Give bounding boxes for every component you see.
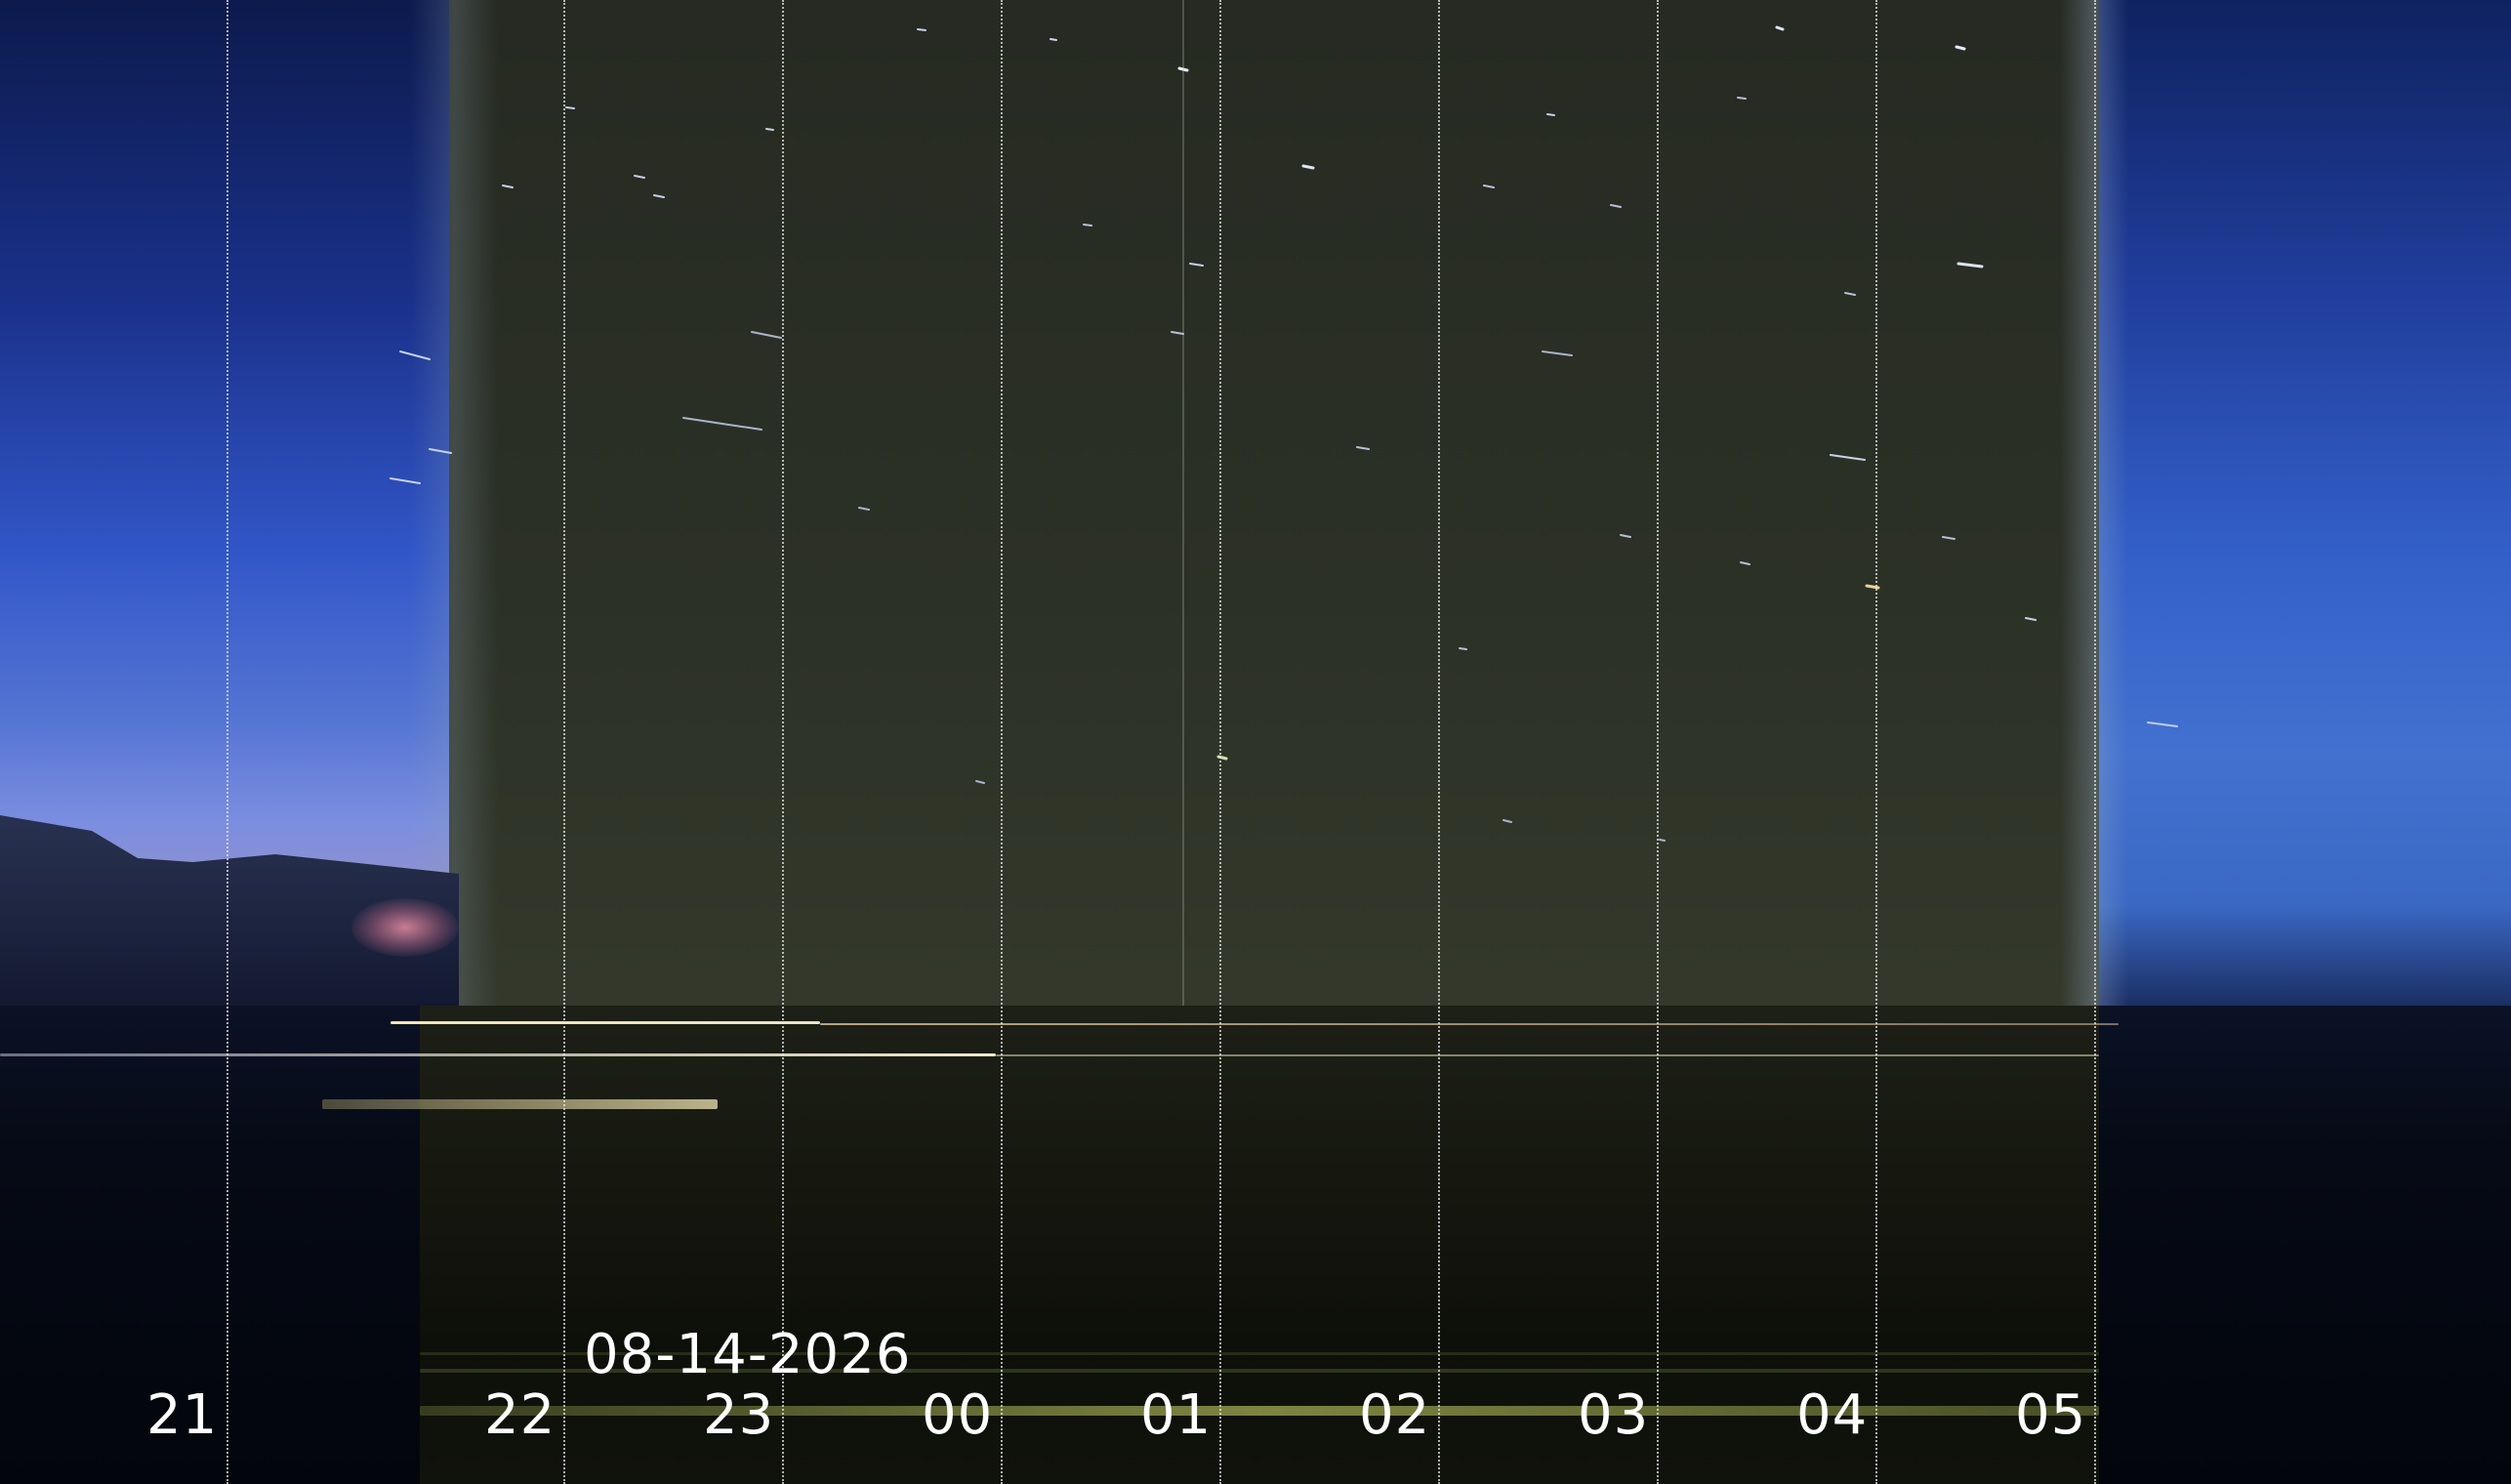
hour-tick-label: 22 [484, 1383, 556, 1447]
hour-gridline [226, 0, 228, 1484]
keogram-image: 08-14-2026 21 22 23 00 01 02 03 04 05 [0, 0, 2511, 1484]
hour-tick-label: 03 [1578, 1383, 1650, 1447]
hour-gridline [1438, 0, 1440, 1484]
hour-tick-label: 04 [1796, 1383, 1869, 1447]
hour-tick-label: 02 [1359, 1383, 1431, 1447]
hour-gridline [563, 0, 565, 1484]
horizon-light-streak [820, 1023, 2119, 1025]
hour-tick-label: 21 [146, 1383, 219, 1447]
hour-tick-label: 00 [922, 1383, 994, 1447]
hour-gridline [1001, 0, 1003, 1484]
hour-gridline [2094, 0, 2096, 1484]
horizon-light-streak [996, 1054, 2099, 1056]
hour-gridline [1875, 0, 1877, 1484]
horizon-light-streak [391, 1021, 820, 1024]
hour-gridline [782, 0, 784, 1484]
horizon-light-streak [0, 1053, 996, 1056]
hour-gridline [1219, 0, 1221, 1484]
hour-tick-label: 05 [2015, 1383, 2087, 1447]
hour-tick-label: 01 [1140, 1383, 1213, 1447]
shore-light-streak [322, 1099, 718, 1109]
hour-tick-label: 23 [703, 1383, 775, 1447]
date-label: 08-14-2026 [584, 1323, 912, 1386]
hour-gridline [1657, 0, 1659, 1484]
